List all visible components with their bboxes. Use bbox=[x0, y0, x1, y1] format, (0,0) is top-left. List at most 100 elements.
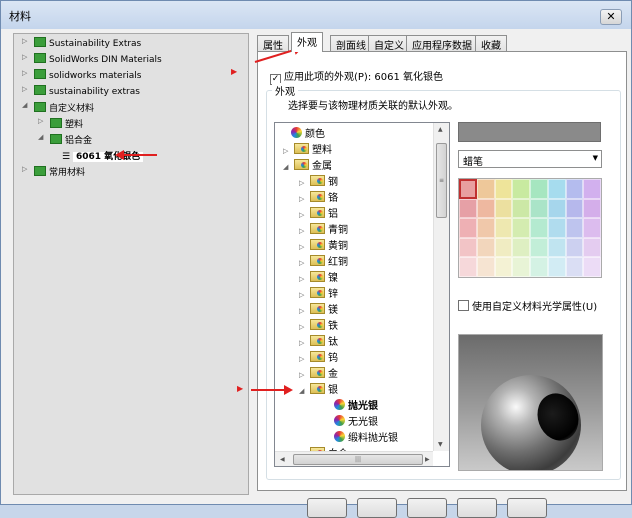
tab-favorites[interactable]: 收藏 bbox=[475, 35, 507, 52]
close-dialog-button[interactable] bbox=[357, 498, 397, 518]
appearance-tree-item[interactable]: 颜色 bbox=[291, 125, 325, 141]
expand-arrow-icon[interactable]: ▷ bbox=[299, 323, 310, 331]
brush-style-dropdown[interactable]: 蜡笔 ▼ bbox=[458, 150, 602, 168]
appearance-tree-item[interactable]: 缎料抛光银 bbox=[323, 429, 398, 445]
expand-arrow-icon[interactable]: ▷ bbox=[22, 85, 32, 93]
palette-swatch[interactable] bbox=[494, 237, 513, 258]
palette-swatch[interactable] bbox=[476, 257, 495, 277]
palette-swatch[interactable] bbox=[494, 179, 513, 199]
collapse-arrow-icon[interactable]: ◢ bbox=[299, 387, 310, 395]
appearance-tree-item[interactable]: 抛光银 bbox=[323, 397, 378, 413]
appearance-tree-item[interactable]: ▷ 青铜 bbox=[299, 221, 348, 237]
palette-swatch[interactable] bbox=[512, 218, 530, 238]
scroll-down-icon[interactable]: ▼ bbox=[438, 441, 443, 448]
expand-arrow-icon[interactable]: ▷ bbox=[22, 69, 32, 77]
palette-swatch[interactable] bbox=[494, 218, 513, 238]
tree-item-solidworks-materials[interactable]: ▷ solidworks materials bbox=[22, 69, 142, 85]
expand-arrow-icon[interactable]: ▷ bbox=[299, 339, 310, 347]
tab-properties[interactable]: 属性 bbox=[257, 35, 289, 52]
palette-swatch[interactable] bbox=[565, 179, 584, 199]
appearance-tree-item[interactable]: ▷ 钢 bbox=[299, 173, 338, 189]
scroll-left-icon[interactable]: ◀ bbox=[280, 456, 285, 463]
custom-optics-option[interactable]: 使用自定义材料光学属性(U) bbox=[458, 298, 597, 313]
expand-arrow-icon[interactable]: ▷ bbox=[299, 291, 310, 299]
custom-optics-checkbox[interactable] bbox=[458, 300, 469, 311]
palette-swatch[interactable] bbox=[459, 198, 477, 219]
palette-swatch[interactable] bbox=[547, 198, 566, 219]
palette-swatch[interactable] bbox=[476, 198, 495, 219]
palette-swatch[interactable] bbox=[512, 198, 530, 219]
palette-swatch[interactable] bbox=[583, 257, 601, 277]
palette-swatch[interactable] bbox=[512, 257, 530, 277]
palette-swatch[interactable] bbox=[476, 237, 495, 258]
tree-item-sustainability-extras[interactable]: ▷ Sustainability Extras bbox=[22, 37, 141, 53]
palette-swatch[interactable] bbox=[547, 179, 566, 199]
appearance-tree-item[interactable]: ▷ 铁 bbox=[299, 317, 338, 333]
palette-swatch[interactable] bbox=[459, 179, 477, 199]
tree-item-aluminum-alloys[interactable]: ◢ 铝合金 bbox=[38, 133, 92, 149]
appearance-tree-item[interactable]: ▷ 黄铜 bbox=[299, 237, 348, 253]
palette-swatch[interactable] bbox=[459, 237, 477, 258]
appearance-tree-item[interactable]: ▷ 红铜 bbox=[299, 253, 348, 269]
palette-swatch[interactable] bbox=[583, 179, 601, 199]
expand-arrow-icon[interactable]: ▷ bbox=[22, 165, 32, 173]
help-button[interactable] bbox=[507, 498, 547, 518]
palette-swatch[interactable] bbox=[459, 257, 477, 277]
scroll-thumb[interactable]: ||| bbox=[293, 454, 423, 465]
appearance-tree-item[interactable]: ▷ 铬 bbox=[299, 189, 338, 205]
color-palette[interactable] bbox=[458, 178, 602, 278]
tree-item-plastics[interactable]: ▷ 塑料 bbox=[38, 117, 83, 133]
palette-swatch[interactable] bbox=[583, 218, 601, 238]
appearance-tree-item[interactable]: ▷ 钨 bbox=[299, 349, 338, 365]
expand-arrow-icon[interactable]: ▷ bbox=[299, 211, 310, 219]
palette-swatch[interactable] bbox=[530, 198, 548, 219]
tab-crosshatch[interactable]: 剖面线 bbox=[330, 35, 372, 52]
palette-swatch[interactable] bbox=[565, 218, 584, 238]
palette-swatch[interactable] bbox=[583, 198, 601, 219]
expand-arrow-icon[interactable]: ▷ bbox=[38, 117, 48, 125]
tree-item-custom-materials[interactable]: ◢ 自定义材料 bbox=[22, 101, 94, 117]
palette-swatch[interactable] bbox=[512, 179, 530, 199]
palette-swatch[interactable] bbox=[565, 237, 584, 258]
palette-swatch[interactable] bbox=[547, 218, 566, 238]
scroll-up-icon[interactable]: ▲ bbox=[438, 126, 443, 133]
horizontal-scrollbar[interactable]: ◀ ||| ▶ bbox=[275, 451, 433, 466]
expand-arrow-icon[interactable]: ▷ bbox=[299, 179, 310, 187]
collapse-arrow-icon[interactable]: ◢ bbox=[38, 133, 48, 141]
appearance-tree-item[interactable]: ▷ 铝 bbox=[299, 205, 338, 221]
appearance-tree-item[interactable]: ▷ 钛 bbox=[299, 333, 338, 349]
palette-swatch[interactable] bbox=[459, 218, 477, 238]
appearance-tree-item[interactable]: ◢ 银 bbox=[299, 381, 338, 397]
color-swatch-bar[interactable] bbox=[458, 122, 601, 142]
appearance-tree-item[interactable]: ▷ 镁 bbox=[299, 301, 338, 317]
expand-arrow-icon[interactable]: ▷ bbox=[22, 53, 32, 61]
palette-swatch[interactable] bbox=[476, 218, 495, 238]
vertical-scrollbar[interactable]: ▲ ≡ ▼ bbox=[433, 123, 449, 451]
tab-custom[interactable]: 自定义 bbox=[368, 35, 410, 52]
expand-arrow-icon[interactable]: ▷ bbox=[22, 37, 32, 45]
palette-swatch[interactable] bbox=[565, 198, 584, 219]
appearance-tree-item[interactable]: ▷ 塑料 bbox=[283, 141, 332, 157]
expand-arrow-icon[interactable]: ▷ bbox=[299, 243, 310, 251]
tree-item-common-materials[interactable]: ▷ 常用材料 bbox=[22, 165, 85, 181]
expand-arrow-icon[interactable]: ▷ bbox=[299, 355, 310, 363]
palette-swatch[interactable] bbox=[530, 218, 548, 238]
tab-appearance[interactable]: 外观 bbox=[291, 32, 323, 52]
palette-swatch[interactable] bbox=[476, 179, 495, 199]
appearance-tree-item[interactable]: 无光银 bbox=[323, 413, 378, 429]
expand-arrow-icon[interactable]: ▷ bbox=[299, 227, 310, 235]
palette-swatch[interactable] bbox=[512, 237, 530, 258]
appearance-tree-item[interactable]: ◢ 金属 bbox=[283, 157, 332, 173]
scroll-thumb[interactable]: ≡ bbox=[436, 143, 447, 218]
expand-arrow-icon[interactable]: ▷ bbox=[299, 307, 310, 315]
tree-item-sustainability-extras-lower[interactable]: ▷ sustainability extras bbox=[22, 85, 140, 101]
collapse-arrow-icon[interactable]: ◢ bbox=[283, 163, 294, 171]
tab-application-data[interactable]: 应用程序数据 bbox=[406, 35, 478, 52]
tree-item-6061-anodized-silver[interactable]: ☰ 6061 氧化银色 bbox=[62, 149, 144, 165]
expand-arrow-icon[interactable]: ▷ bbox=[283, 147, 294, 155]
apply-button[interactable] bbox=[307, 498, 347, 518]
expand-arrow-icon[interactable]: ▷ bbox=[299, 371, 310, 379]
palette-swatch[interactable] bbox=[583, 237, 601, 258]
expand-arrow-icon[interactable]: ▷ bbox=[299, 259, 310, 267]
appearance-tree-item[interactable]: ▷ 金 bbox=[299, 365, 338, 381]
